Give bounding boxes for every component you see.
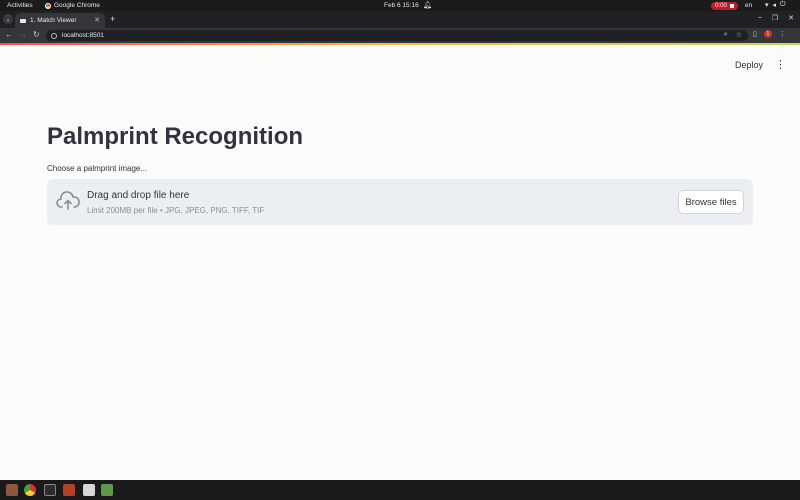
app-menu-icon[interactable]: ⋮ — [775, 58, 786, 71]
system-tray[interactable]: ▾ ◂ ⏻ — [765, 1, 786, 9]
browser-tab[interactable]: 1. Match Viewer ✕ — [15, 13, 105, 28]
terminal-icon[interactable] — [44, 484, 56, 496]
chrome-icon — [45, 2, 51, 9]
spreadsheet-icon[interactable] — [101, 484, 113, 496]
file-uploader-label: Choose a palmprint image... — [47, 164, 148, 173]
browser-menu-icon[interactable]: ⋮ — [779, 30, 786, 38]
tab-title: 1. Match Viewer — [30, 17, 77, 24]
cloud-upload-icon — [56, 191, 80, 210]
browser-toolbar: ← → ↻ localhost:8501 ⌕ ☆ ▯ 1 ⋮ — [0, 28, 800, 43]
text-editor-icon[interactable] — [63, 484, 75, 496]
bookmark-star-icon[interactable]: ☆ — [736, 31, 742, 39]
power-icon: ⏻ — [780, 1, 786, 8]
dropzone-instructions: Drag and drop file here — [87, 190, 190, 201]
stop-recording-icon — [729, 3, 734, 8]
address-bar[interactable]: localhost:8501 ⌕ ☆ — [46, 30, 748, 41]
tab-close-icon[interactable]: ✕ — [94, 16, 100, 24]
activities-button[interactable]: Activities — [7, 2, 33, 9]
files-icon[interactable] — [6, 484, 18, 496]
back-icon[interactable]: ← — [5, 30, 13, 39]
volume-icon: ◂ — [772, 2, 777, 9]
recording-time: 0:00 — [715, 2, 727, 9]
screen-recording-indicator[interactable]: 0:00 — [711, 1, 738, 10]
tab-favicon-icon — [20, 18, 26, 23]
site-info-icon[interactable] — [51, 32, 57, 39]
system-clock[interactable]: Feb 6 15:16 — [384, 2, 419, 9]
notification-icon[interactable]: 🔔︎ — [423, 1, 432, 9]
tab-search-icon[interactable]: ⌄ — [3, 14, 13, 24]
page-title: Palmprint Recognition — [47, 123, 304, 150]
minimize-icon[interactable]: – — [758, 14, 762, 22]
taskbar-dock — [0, 480, 800, 500]
active-app-name: Google Chrome — [54, 2, 100, 9]
deploy-button[interactable]: Deploy — [735, 60, 763, 70]
system-top-bar: Activities Google Chrome Feb 6 15:16 🔔︎ … — [0, 0, 800, 11]
browse-files-button[interactable]: Browse files — [678, 190, 744, 214]
restore-icon[interactable]: ❐ — [772, 14, 778, 22]
input-language[interactable]: en — [745, 2, 752, 9]
window-controls: – ❐ ✕ — [758, 14, 794, 22]
dropzone-file-limits: Limit 200MB per file • JPG, JPEG, PNG, T… — [87, 206, 265, 215]
document-icon[interactable] — [83, 484, 95, 496]
active-app-menu[interactable]: Google Chrome — [45, 2, 100, 9]
streamlit-app: Deploy ⋮ Palmprint Recognition Choose a … — [0, 45, 800, 480]
file-dropzone[interactable]: Drag and drop file here Limit 200MB per … — [47, 179, 753, 225]
url-text: localhost:8501 — [62, 32, 104, 39]
profile-avatar[interactable]: 1 — [763, 30, 772, 38]
wifi-icon: ▾ — [765, 2, 769, 9]
browser-tab-strip: ⌄ 1. Match Viewer ✕ + – ❐ ✕ — [0, 11, 800, 28]
side-panel-icon[interactable]: ▯ — [753, 30, 757, 38]
reload-icon[interactable]: ↻ — [33, 30, 40, 39]
forward-icon[interactable]: → — [19, 30, 27, 39]
chrome-icon[interactable] — [24, 484, 36, 496]
zoom-icon[interactable]: ⌕ — [724, 31, 728, 39]
new-tab-icon[interactable]: + — [110, 14, 115, 24]
close-window-icon[interactable]: ✕ — [788, 14, 794, 22]
